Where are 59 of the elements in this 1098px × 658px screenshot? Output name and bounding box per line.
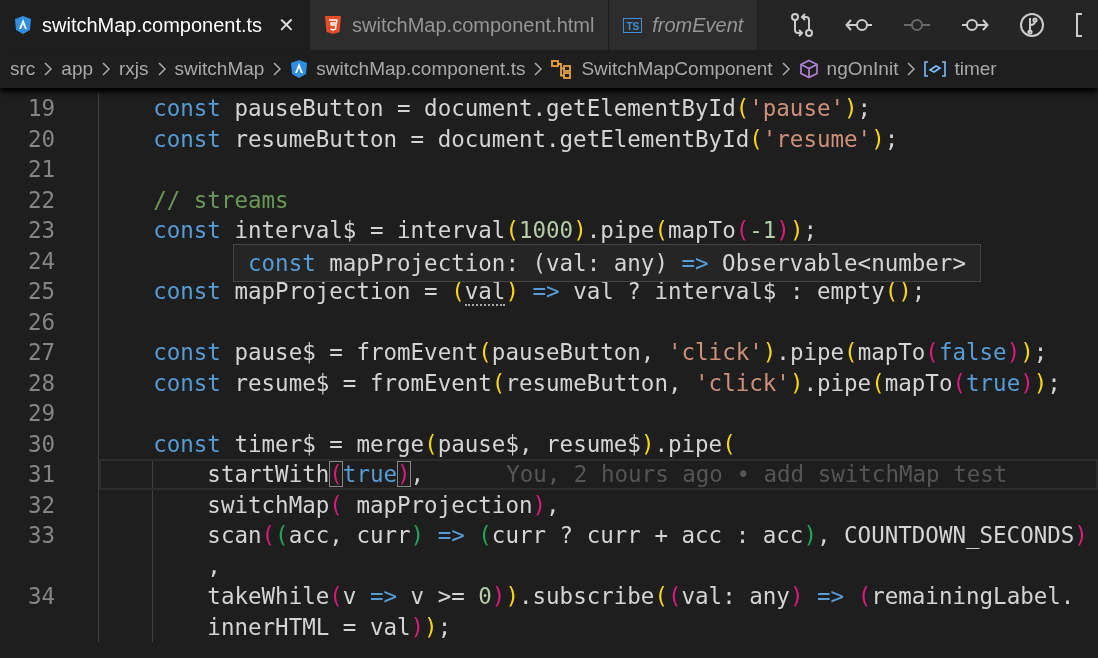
chevron-icon <box>780 61 791 77</box>
shield-icon <box>14 15 32 35</box>
editor-tab[interactable]: switchMap.component.html <box>310 0 610 50</box>
cube-icon <box>798 59 819 79</box>
line-number: 32 <box>26 490 56 520</box>
chevron-icon <box>43 61 54 77</box>
branch-icon[interactable] <box>1019 12 1046 38</box>
code-line: // streams <box>152 185 289 215</box>
close-icon[interactable]: ✕ <box>278 10 296 40</box>
code-line: const pause$ = fromEvent(pauseButton, 'click').pipe(mapTo(false)); <box>152 338 1048 367</box>
code-line: const interval$ = interval(1000).pipe(mapTo(-1)); <box>152 216 817 245</box>
editor-tab[interactable]: TS fromEvent <box>609 0 759 50</box>
breadcrumb-item[interactable]: app <box>61 54 94 84</box>
breadcrumb-item[interactable]: src <box>10 54 36 84</box>
line-number: 23 <box>26 216 56 245</box>
line-number: 21 <box>26 155 56 184</box>
breadcrumb-item[interactable]: rxjs <box>119 54 149 84</box>
line-number: 19 <box>26 94 56 123</box>
shield-icon <box>290 59 309 79</box>
compare-changes-icon[interactable] <box>789 12 816 38</box>
editor-tab[interactable]: switchMap.component.ts ✕ <box>0 0 311 50</box>
code-line: scan((acc, curr) => (curr ? curr + acc : acc), COUNTDOWN_SECONDS) <box>206 521 1088 551</box>
line-number: 28 <box>26 368 56 398</box>
chevron-icon <box>101 61 112 77</box>
code-line: const resume$ = fromEvent(resumeButton, 'click').pipe(mapTo(true)); <box>152 368 1061 398</box>
chevron-icon <box>906 61 917 77</box>
line-number: 22 <box>26 185 56 215</box>
breadcrumb-item[interactable]: switchMap.component.ts <box>316 54 526 84</box>
code-line: startWith(true), <box>206 460 425 489</box>
line-number: 33 <box>26 521 56 550</box>
line-number: 27 <box>26 338 56 367</box>
line-number: 31 <box>26 460 56 489</box>
line-number: 24 <box>26 246 56 276</box>
code-line: const pauseButton = document.getElementById('pause'); <box>152 94 872 123</box>
line-number: 26 <box>26 307 56 337</box>
breadcrumb-item[interactable]: SwitchMapComponent <box>581 54 773 84</box>
code-line: takeWhile(v => v >= 0)).subscribe((val: any) => (remainingLabel. <box>206 582 1075 611</box>
file-type-label: TS <box>623 17 643 33</box>
code-line: const timer$ = merge(pause$, resume$).pipe( <box>152 429 736 459</box>
variable-icon <box>924 60 947 78</box>
chevron-icon <box>272 61 283 77</box>
class-icon <box>551 59 574 79</box>
chevron-icon <box>156 61 167 77</box>
code-line: switchMap( mapProjection), <box>206 490 560 520</box>
breadcrumb-item[interactable]: switchMap <box>174 54 265 84</box>
line-number: 34 <box>26 582 56 611</box>
shield-icon <box>324 15 343 35</box>
line-number: 25 <box>26 277 56 306</box>
chevron-icon <box>533 61 544 77</box>
hover-tooltip: const mapProjection: (val: any) => Observable<number> <box>233 243 981 282</box>
split-editor-icon[interactable] <box>1075 12 1084 38</box>
breadcrumb-item[interactable]: ngOnInit <box>826 54 899 84</box>
line-number: 29 <box>26 399 56 428</box>
line-number: 30 <box>26 429 56 459</box>
breadcrumb-item[interactable]: timer <box>954 54 997 84</box>
code-line: innerHTML = val)); <box>206 612 452 642</box>
line-number: 20 <box>26 124 56 154</box>
code-line: , <box>206 551 221 581</box>
code-line: const resumeButton = document.getElementById('resume'); <box>152 124 899 154</box>
